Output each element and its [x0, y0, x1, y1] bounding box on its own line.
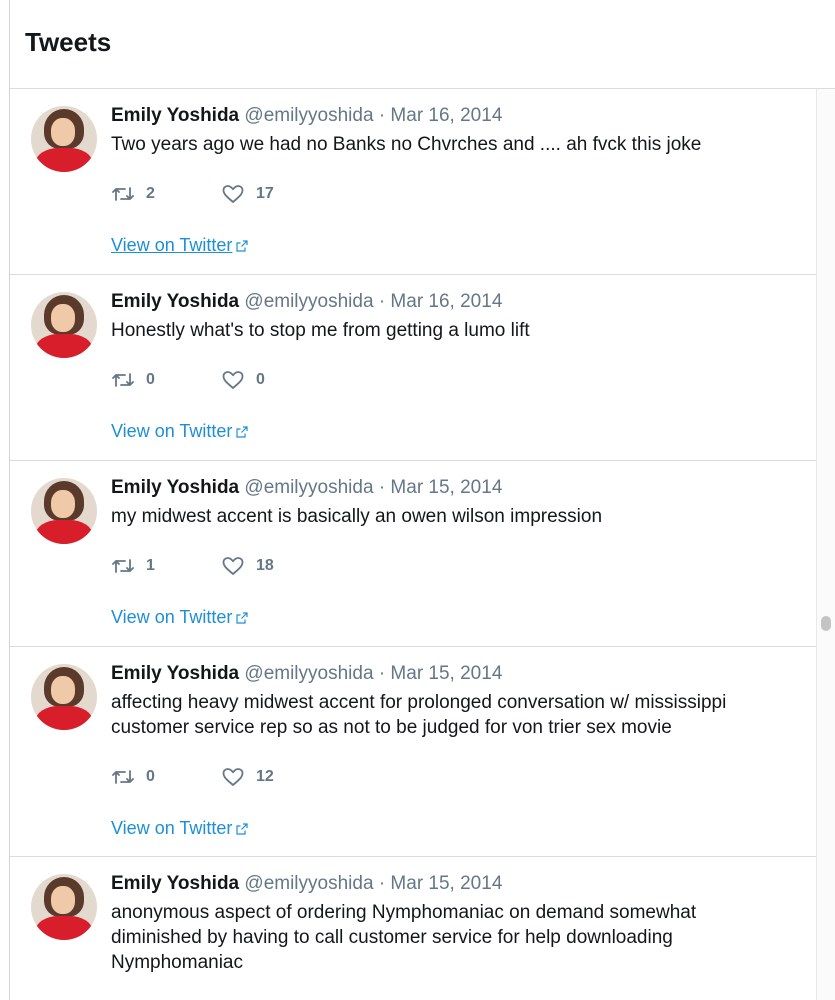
like-count: 0	[256, 371, 265, 388]
external-link-icon	[236, 239, 249, 252]
tweet-meta: Emily Yoshida @emilyyoshida · Mar 15, 20…	[111, 873, 502, 895]
retweet-button[interactable]: 2	[111, 183, 155, 205]
meta-separator: ·	[378, 105, 386, 126]
author-name[interactable]: Emily Yoshida	[111, 477, 239, 498]
heart-icon	[222, 557, 244, 575]
tweet-text: my midwest accent is basically an owen w…	[111, 506, 603, 527]
scrollbar-track[interactable]	[816, 89, 835, 1000]
author-handle[interactable]: @emilyyoshida	[244, 663, 373, 684]
meta-separator: ·	[378, 663, 386, 684]
view-on-twitter-link[interactable]: View on Twitter	[111, 421, 249, 442]
avatar[interactable]	[31, 874, 97, 940]
retweet-icon	[112, 187, 134, 201]
view-on-twitter-label: View on Twitter	[111, 421, 233, 441]
external-link-icon	[236, 822, 249, 835]
retweet-icon	[112, 559, 134, 573]
author-handle[interactable]: @emilyyoshida	[244, 873, 373, 894]
tweet-card[interactable]: Emily Yoshida @emilyyoshida · Mar 15, 20…	[10, 857, 816, 1000]
tweet-text: anonymous aspect of ordering Nymphomania…	[111, 902, 697, 973]
tweet-text: Two years ago we had no Banks no Chvrche…	[111, 134, 702, 155]
retweet-icon	[112, 770, 134, 784]
like-button[interactable]: 18	[221, 555, 274, 577]
author-handle[interactable]: @emilyyoshida	[244, 477, 373, 498]
retweet-count: 0	[146, 371, 155, 388]
page-title: Tweets	[25, 27, 112, 57]
retweet-button[interactable]: 1	[111, 555, 155, 577]
avatar[interactable]	[31, 106, 97, 172]
retweet-count: 2	[146, 185, 155, 202]
retweet-button[interactable]: 0	[111, 369, 155, 391]
timeline-header: Tweets	[10, 0, 835, 89]
meta-separator: ·	[378, 477, 386, 498]
scrollbar-thumb[interactable]	[821, 616, 831, 631]
author-handle[interactable]: @emilyyoshida	[244, 105, 373, 126]
author-name[interactable]: Emily Yoshida	[111, 873, 239, 894]
view-on-twitter-link[interactable]: View on Twitter	[111, 235, 249, 256]
tweet-card[interactable]: Emily Yoshida @emilyyoshida · Mar 15, 20…	[10, 461, 816, 647]
retweet-icon	[112, 373, 134, 387]
tweet-card[interactable]: Emily Yoshida @emilyyoshida · Mar 15, 20…	[10, 647, 816, 857]
tweet-date[interactable]: Mar 15, 2014	[390, 663, 502, 684]
author-name[interactable]: Emily Yoshida	[111, 105, 239, 126]
external-link-icon	[236, 425, 249, 438]
author-name[interactable]: Emily Yoshida	[111, 663, 239, 684]
retweet-count: 1	[146, 557, 155, 574]
heart-icon	[222, 185, 244, 203]
avatar[interactable]	[31, 292, 97, 358]
view-on-twitter-label: View on Twitter	[111, 818, 233, 838]
like-button[interactable]: 17	[221, 183, 274, 205]
heart-icon	[222, 371, 244, 389]
avatar[interactable]	[31, 664, 97, 730]
tweet-date[interactable]: Mar 16, 2014	[390, 291, 502, 312]
view-on-twitter-label: View on Twitter	[111, 607, 233, 627]
tweet-meta: Emily Yoshida @emilyyoshida · Mar 15, 20…	[111, 477, 502, 499]
like-count: 18	[256, 557, 274, 574]
author-name[interactable]: Emily Yoshida	[111, 291, 239, 312]
like-button[interactable]: 12	[221, 766, 274, 788]
tweet-feed[interactable]: Emily Yoshida @emilyyoshida · Mar 16, 20…	[10, 89, 816, 1000]
like-count: 17	[256, 185, 274, 202]
tweet-meta: Emily Yoshida @emilyyoshida · Mar 15, 20…	[111, 663, 502, 685]
tweet-date[interactable]: Mar 15, 2014	[390, 477, 502, 498]
tweet-meta: Emily Yoshida @emilyyoshida · Mar 16, 20…	[111, 105, 502, 127]
view-on-twitter-link[interactable]: View on Twitter	[111, 818, 249, 839]
meta-separator: ·	[378, 873, 386, 894]
view-on-twitter-label: View on Twitter	[111, 235, 233, 255]
meta-separator: ·	[378, 291, 386, 312]
tweet-text: Honestly what's to stop me from getting …	[111, 320, 530, 341]
heart-icon	[222, 768, 244, 786]
tweet-date[interactable]: Mar 15, 2014	[390, 873, 502, 894]
view-on-twitter-link[interactable]: View on Twitter	[111, 607, 249, 628]
like-button[interactable]: 0	[221, 369, 265, 391]
tweet-text: affecting heavy midwest accent for prolo…	[111, 692, 727, 738]
retweet-button[interactable]: 0	[111, 766, 155, 788]
tweet-card[interactable]: Emily Yoshida @emilyyoshida · Mar 16, 20…	[10, 275, 816, 461]
author-handle[interactable]: @emilyyoshida	[244, 291, 373, 312]
retweet-count: 0	[146, 768, 155, 785]
external-link-icon	[236, 611, 249, 624]
like-count: 12	[256, 768, 274, 785]
tweet-card[interactable]: Emily Yoshida @emilyyoshida · Mar 16, 20…	[10, 89, 816, 275]
tweet-meta: Emily Yoshida @emilyyoshida · Mar 16, 20…	[111, 291, 502, 313]
tweet-date[interactable]: Mar 16, 2014	[390, 105, 502, 126]
avatar[interactable]	[31, 478, 97, 544]
